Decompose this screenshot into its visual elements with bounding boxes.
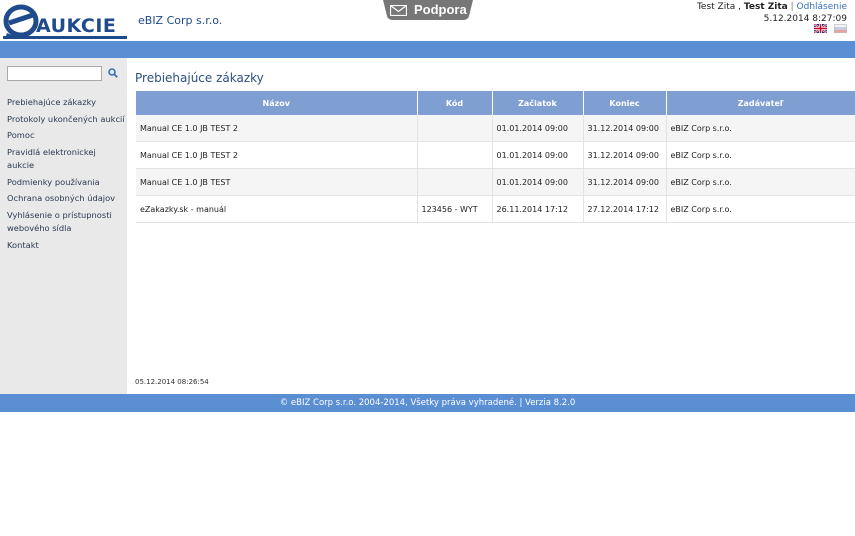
cell-end: 27.12.2014 17:12: [583, 195, 667, 223]
user-second-name: Test Zita: [743, 2, 788, 12]
cell-end: 31.12.2014 09:00: [583, 115, 667, 142]
cell-client: eBIZ Corp s.r.o.: [666, 115, 855, 142]
sidebar-item-running-tenders[interactable]: Prebiehajúce zákazky: [7, 96, 125, 110]
cell-name[interactable]: Manual CE 1.0 JB TEST 2: [136, 115, 418, 142]
table-row[interactable]: Manual CE 1.0 JB TEST 2 01.01.2014 09:00…: [136, 141, 855, 169]
sidebar-item-privacy[interactable]: Ochrana osobných údajov: [7, 192, 125, 206]
sidebar-item-help[interactable]: Pomoc: [7, 129, 125, 143]
search-input[interactable]: [7, 66, 102, 81]
user-first-name: Test Zita: [696, 2, 736, 12]
column-header-code[interactable]: Kód: [417, 91, 493, 115]
user-info: Test Zita , Test Zita | Odhlásenie 5.12.…: [697, 1, 847, 25]
page-title: Prebiehajúce zákazky: [135, 71, 264, 85]
table-row[interactable]: Manual CE 1.0 JB TEST 2 01.01.2014 09:00…: [136, 115, 855, 142]
en-flag-icon[interactable]: [813, 24, 827, 33]
page: AUKCIE eBIZ Corp s.r.o. Podpora Test Zit…: [0, 0, 855, 536]
sidebar-nav: Prebiehajúce zákazky Protokoly ukončenýc…: [7, 96, 125, 255]
tenders-table: Názov Kód Začiatok Koniec Zadávateľ Manu…: [136, 91, 855, 223]
logo-underline: [3, 36, 127, 39]
sidebar-item-accessibility[interactable]: Vyhlásenie o prístupnosti webového sídla: [7, 209, 125, 236]
support-button[interactable]: Podpora: [383, 0, 473, 20]
cell-start: 01.01.2014 09:00: [492, 115, 584, 142]
table-header-row: Názov Kód Začiatok Koniec Zadávateľ: [136, 91, 855, 115]
support-label: Podpora: [414, 2, 467, 17]
sidebar-item-terms-of-use[interactable]: Podmienky používania: [7, 176, 125, 190]
top-bar: [0, 41, 855, 58]
user-separator: |: [790, 2, 794, 12]
page-timestamp: 05.12.2014 08:26:54: [135, 378, 209, 386]
sidebar-item-auction-rules[interactable]: Pravidlá elektronickej aukcie: [7, 146, 125, 173]
column-header-client[interactable]: Zadávateľ: [666, 91, 855, 115]
cell-name[interactable]: Manual CE 1.0 JB TEST 2: [136, 141, 418, 169]
sk-flag-icon[interactable]: [834, 24, 847, 33]
cell-client: eBIZ Corp s.r.o.: [666, 141, 855, 169]
header: AUKCIE eBIZ Corp s.r.o. Podpora Test Zit…: [0, 0, 855, 41]
sidebar: Prebiehajúce zákazky Protokoly ukončenýc…: [0, 58, 127, 394]
cell-code: 123456 - WYT: [417, 195, 493, 223]
cell-name[interactable]: Manual CE 1.0 JB TEST: [136, 168, 418, 196]
logo[interactable]: AUKCIE: [3, 3, 127, 39]
cell-name[interactable]: eZakazky.sk - manuál: [136, 195, 418, 223]
cell-start: 01.01.2014 09:00: [492, 141, 584, 169]
footer: © eBIZ Corp s.r.o. 2004-2014, Všetky prá…: [0, 394, 855, 412]
table-row[interactable]: eZakazky.sk - manuál 123456 - WYT 26.11.…: [136, 195, 855, 223]
logo-text: AUKCIE: [36, 15, 117, 37]
search-icon[interactable]: [108, 68, 118, 78]
column-header-name[interactable]: Názov: [136, 91, 418, 115]
cell-end: 31.12.2014 09:00: [583, 168, 667, 196]
cell-client: eBIZ Corp s.r.o.: [666, 195, 855, 223]
column-header-start[interactable]: Začiatok: [492, 91, 584, 115]
user-comma: ,: [738, 2, 742, 12]
language-switcher: [812, 24, 847, 33]
cell-code: [417, 115, 493, 142]
company-name: eBIZ Corp s.r.o.: [138, 14, 223, 27]
column-header-end[interactable]: Koniec: [583, 91, 667, 115]
cell-code: [417, 168, 493, 196]
cell-start: 26.11.2014 17:12: [492, 195, 584, 223]
mail-icon: [390, 5, 407, 16]
cell-client: eBIZ Corp s.r.o.: [666, 168, 855, 196]
sidebar-item-contact[interactable]: Kontakt: [7, 239, 125, 253]
logout-link[interactable]: Odhlásenie: [797, 2, 847, 12]
cell-code: [417, 141, 493, 169]
cell-start: 01.01.2014 09:00: [492, 168, 584, 196]
sidebar-item-auction-protocols[interactable]: Protokoly ukončených aukcií: [7, 113, 125, 127]
table-row[interactable]: Manual CE 1.0 JB TEST 01.01.2014 09:00 3…: [136, 168, 855, 196]
cell-end: 31.12.2014 09:00: [583, 141, 667, 169]
